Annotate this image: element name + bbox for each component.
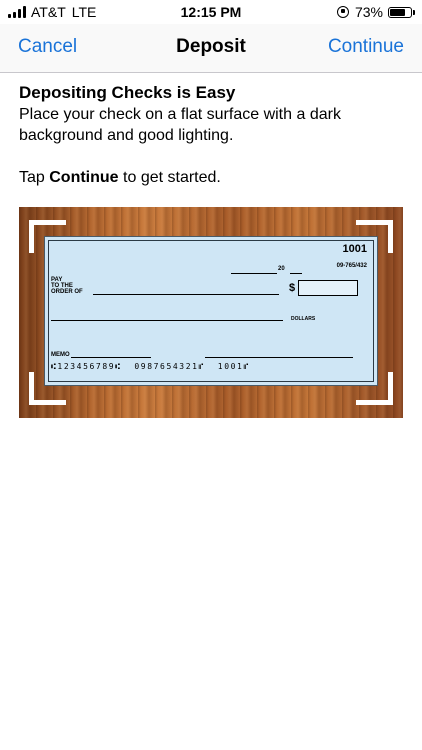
date-line [231, 273, 277, 274]
battery-icon [388, 6, 415, 18]
memo-label: MEMO [51, 352, 70, 358]
battery-percent: 73% [354, 4, 383, 20]
instructions-tap-text: Tap Continue to get started. [19, 167, 409, 188]
battery-fill [390, 8, 405, 16]
instructions-heading: Depositing Checks is Easy [19, 83, 236, 102]
instructions-description: Place your check on a flat surface with … [19, 106, 341, 144]
signature-line [205, 357, 353, 358]
pay-to-label: PAY TO THE ORDER OF [51, 277, 83, 295]
amount-box [298, 280, 358, 296]
memo-line [71, 357, 151, 358]
tap-prefix: Tap [19, 169, 50, 186]
written-amount-line [51, 320, 283, 321]
sample-check: 1001 09-765/432 20 PAY TO THE ORDER OF $… [44, 236, 378, 386]
instructions: Depositing Checks is Easy Place your che… [19, 82, 409, 188]
check-illustration: 1001 09-765/432 20 PAY TO THE ORDER OF $… [19, 207, 403, 418]
check-border [48, 240, 374, 382]
tap-suffix: to get started. [118, 169, 221, 186]
check-number: 1001 [342, 243, 367, 255]
micr-line: ⑆123456789⑆ 0987654321⑈ 1001⑈ [51, 362, 250, 371]
tap-bold: Continue [49, 169, 119, 186]
navigation-bar: Cancel Deposit Continue [0, 24, 422, 73]
date-line-year [290, 273, 302, 274]
date-prefix: 20 [278, 266, 285, 272]
dollar-sign: $ [289, 282, 296, 294]
status-bar: AT&T LTE 12:15 PM 73% [0, 0, 422, 24]
status-right: 73% [336, 4, 415, 20]
orientation-lock-icon [336, 6, 349, 18]
continue-button[interactable]: Continue [328, 36, 404, 58]
payee-line [93, 294, 279, 295]
dollars-label: DOLLARS [291, 316, 316, 322]
pay-to-line-3: ORDER OF [51, 289, 83, 295]
routing-fraction: 09-765/432 [336, 263, 367, 269]
